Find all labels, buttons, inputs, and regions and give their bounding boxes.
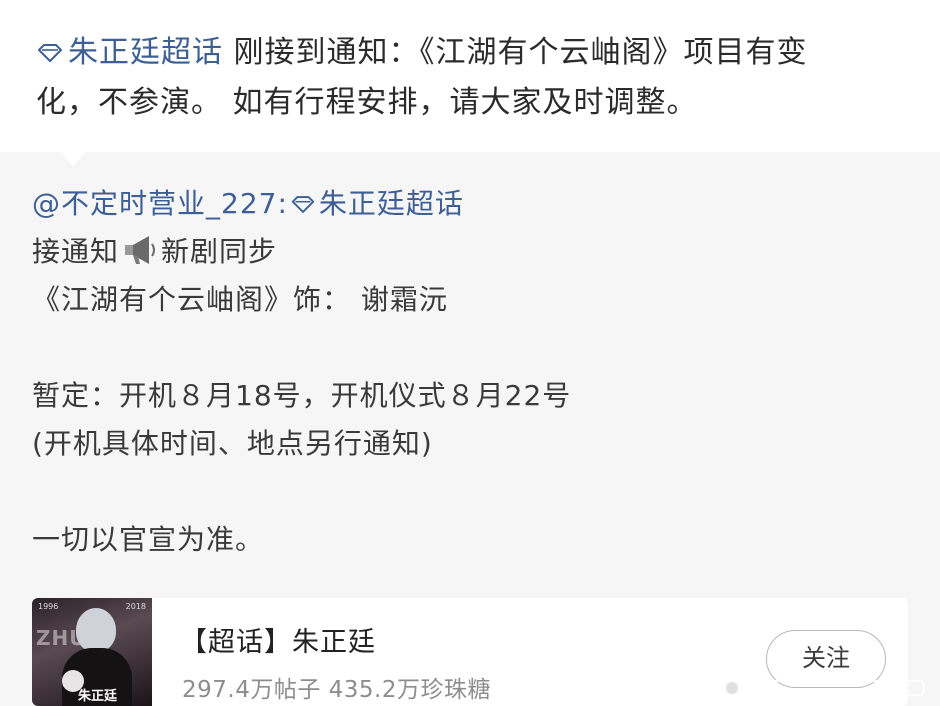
repost-line-2-end: 新剧同步 xyxy=(161,235,278,268)
main-post-line-2: 化，不参演。 如有行程安排，请大家及时调整。 xyxy=(36,85,698,120)
repost-blank-line xyxy=(32,468,912,516)
repost-line-2-start: 接通知 xyxy=(32,235,120,268)
topic-card-title[interactable]: 【超话】朱正廷 xyxy=(180,620,376,659)
weibo-watermark-icon xyxy=(723,679,925,697)
repost-line-3: 《江湖有个云岫阁》饰： 谢霜沅 xyxy=(32,283,448,316)
repost-blank-line xyxy=(32,324,912,372)
super-topic-label: 朱正廷超话 xyxy=(68,35,223,70)
cover-name: 朱正廷 xyxy=(78,689,118,704)
repost-author-link[interactable]: @不定时营业_227: xyxy=(32,187,288,220)
repost-author-line: @不定时营业_227: 朱正廷超话 xyxy=(32,180,912,228)
megaphone-icon xyxy=(125,236,156,264)
repost-line-6: (开机具体时间、地点另行通知) xyxy=(32,427,433,460)
cover-year-left: 1996 xyxy=(38,602,59,611)
repost-line-8: 一切以官宣为准。 xyxy=(32,523,265,556)
repost-line-5: 暂定：开机８月18号，开机仪式８月22号 xyxy=(32,379,572,412)
main-post-text: 刚接到通知：《江湖有个云岫阁》项目有变 xyxy=(233,35,808,70)
repost-topic-label: 朱正廷超话 xyxy=(318,187,464,220)
repost-line-2: 接通知 新剧同步 xyxy=(32,228,912,276)
repost-text: @不定时营业_227: 朱正廷超话 接通知 新剧同步 《江湖有个云岫阁》饰： 谢… xyxy=(32,180,912,564)
main-post: 朱正廷超话 刚接到通知：《江湖有个云岫阁》项目有变 化，不参演。 如有行程安排，… xyxy=(0,0,940,152)
topic-card-stats: 297.4万帖子 435.2万珍珠糖 xyxy=(182,677,491,703)
main-post-line-1: 朱正廷超话 刚接到通知：《江湖有个云岫阁》项目有变 xyxy=(36,28,904,78)
cover-figure-head xyxy=(76,608,116,652)
repost-topic-link[interactable]: 朱正廷超话 xyxy=(288,187,464,220)
diamond-icon xyxy=(291,196,315,213)
diamond-icon xyxy=(38,44,62,62)
topic-cover-image[interactable]: 1996 2018 ZHU 朱正廷 xyxy=(32,598,152,706)
super-topic-link[interactable]: 朱正廷超话 xyxy=(36,35,234,70)
repost-notch xyxy=(60,152,86,166)
cover-year-right: 2018 xyxy=(125,602,146,611)
